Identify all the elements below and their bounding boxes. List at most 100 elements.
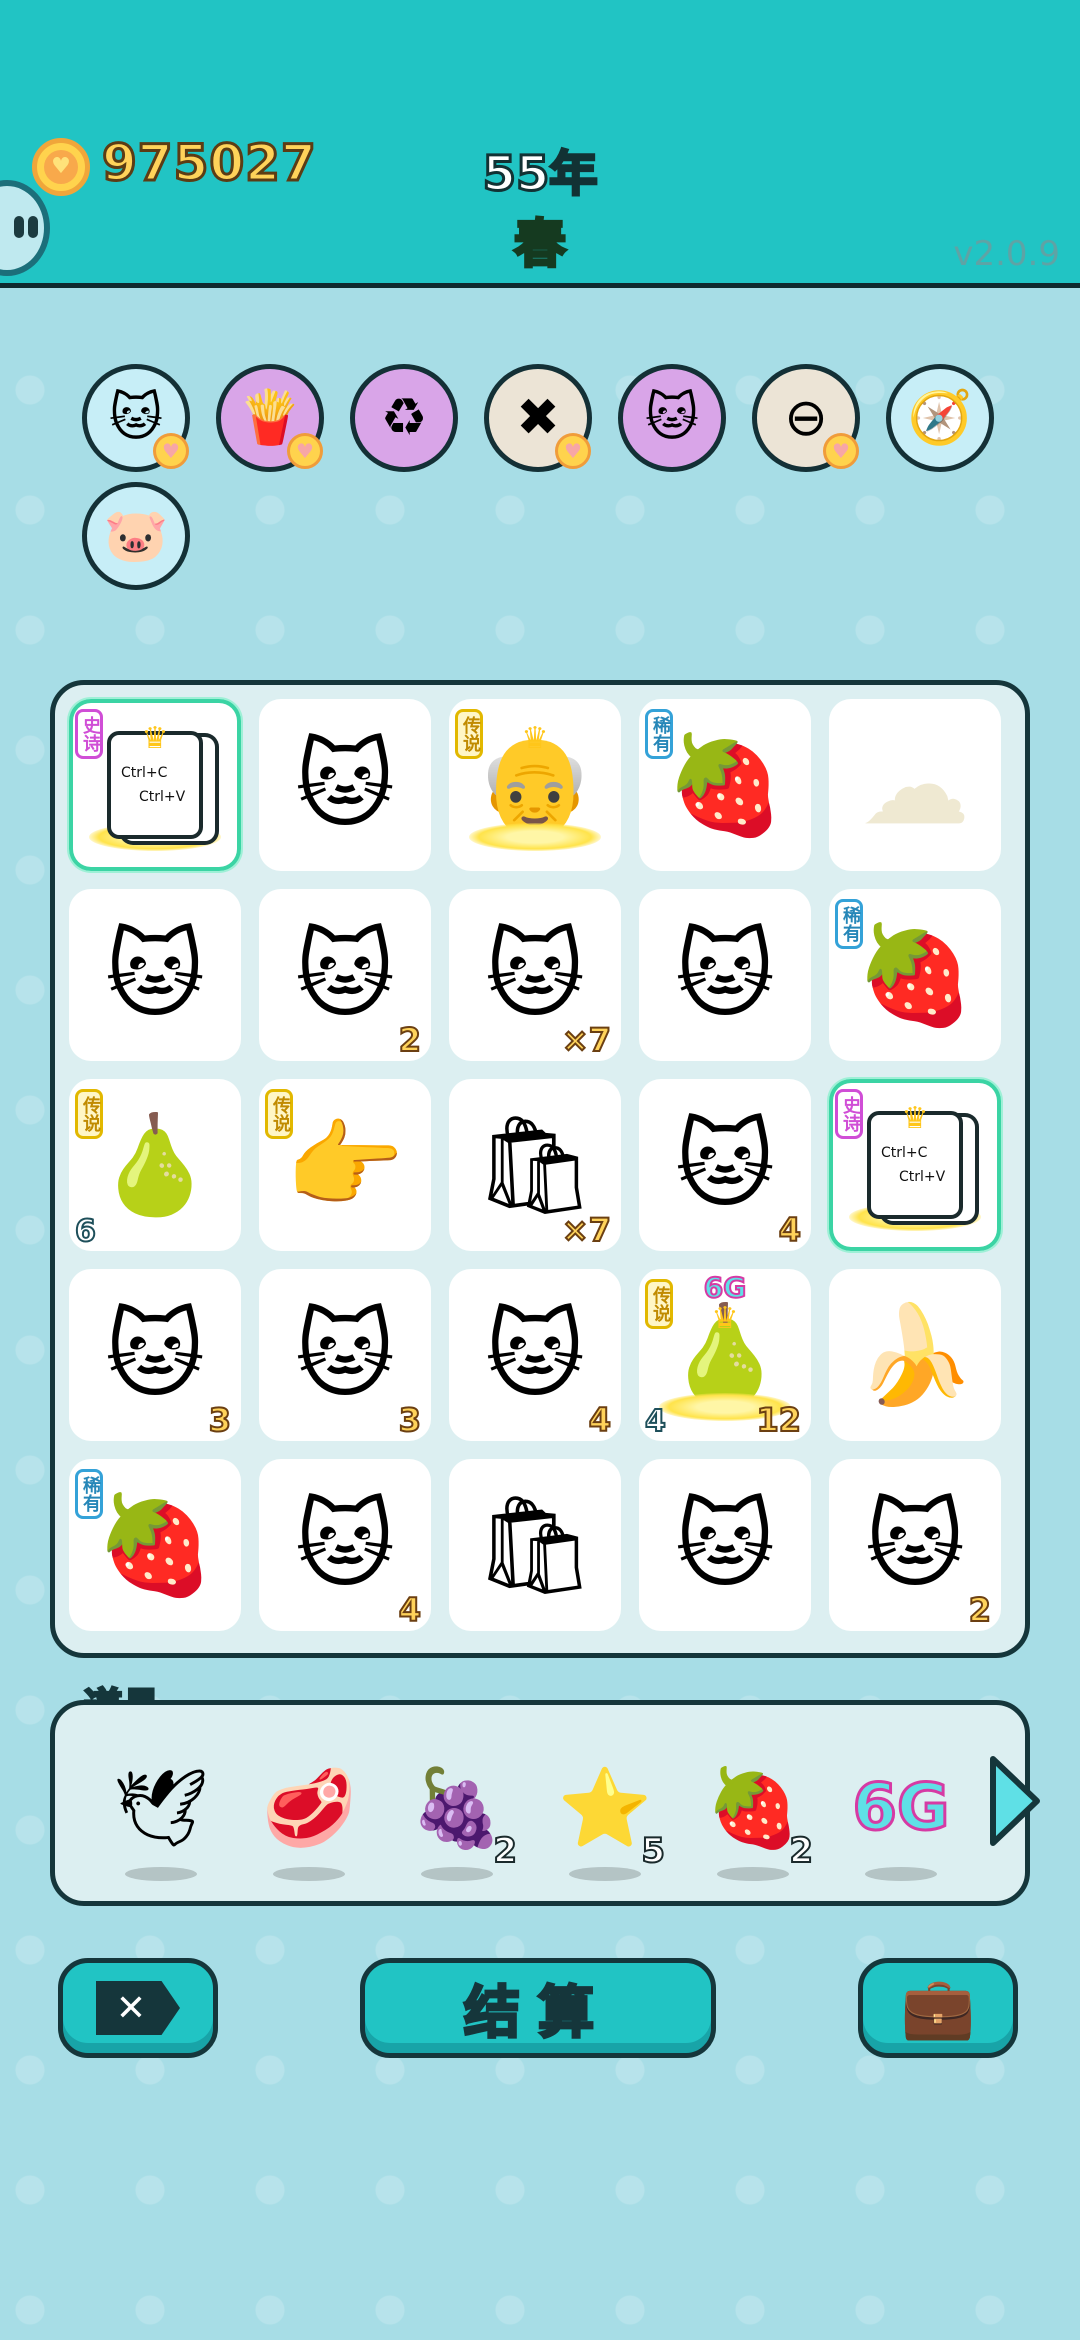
lychee-icon: 🍓: [855, 919, 975, 1031]
ctrl-v-text: Ctrl+V: [899, 1169, 946, 1185]
cell-level-number: 6: [74, 1213, 97, 1250]
board-cell-pear[interactable]: 🍐 ♛ 传说 6G 4 12: [639, 1269, 811, 1441]
ctrl-c-text: Ctrl+C: [121, 765, 168, 781]
heart-coin-icon: ♥: [555, 433, 591, 469]
cat-icon: 🐱: [484, 1299, 586, 1411]
crown-icon: ♛: [141, 721, 169, 756]
version-label: v2.0.9: [953, 234, 1060, 274]
cell-count-number: 4: [588, 1400, 612, 1440]
board-cell-lychee[interactable]: 🍓 稀有: [639, 699, 811, 871]
board-cell-cotton[interactable]: ☁: [829, 699, 1001, 871]
rarity-badge-epic: 史诗: [75, 709, 103, 759]
bird-prop[interactable]: 🕊: [101, 1743, 221, 1881]
board-cell-cat[interactable]: 🐱 4: [639, 1079, 811, 1251]
bag-button[interactable]: 💼: [858, 1958, 1018, 2058]
briefcase-icon: 💼: [900, 1973, 976, 2043]
recycle-icon: ♻: [380, 388, 428, 448]
game-board: Ctrl+C Ctrl+V ♛ 史诗 🐱 👴 ♛ 传说 🍓 稀有 ☁ 🐱 🐱 2 🐱 ×7 🐱 🍓 稀有 🍐 传说 6 👉 传…: [50, 680, 1030, 1658]
board-cell-cat[interactable]: 🐱 4: [259, 1459, 431, 1631]
cat-icon: 🐱: [674, 1489, 776, 1601]
season-label: 春: [512, 214, 567, 277]
board-cell-cat[interactable]: 🐱 2: [829, 1459, 1001, 1631]
board-cell-banana[interactable]: 🍌: [829, 1269, 1001, 1441]
settle-label: 结算: [463, 1979, 612, 2047]
prop-shadow: [569, 1867, 641, 1881]
heart-coin-icon: ♥: [153, 433, 189, 469]
star-icon: ⭐: [557, 1763, 653, 1852]
cat-face-powerup[interactable]: 🐱 ♥: [82, 364, 190, 472]
cell-count-number: 3: [398, 1400, 422, 1440]
board-cell-cat[interactable]: 🐱 4: [449, 1269, 621, 1441]
double-cat-powerup[interactable]: 🐱: [618, 364, 726, 472]
board-cell-cat[interactable]: 🐱: [639, 889, 811, 1061]
rarity-badge-legend: 传说: [265, 1089, 293, 1139]
board-cell-lychee[interactable]: 🍓 稀有: [829, 889, 1001, 1061]
crown-icon: ♛: [901, 1101, 929, 1136]
bayberry-prop[interactable]: 🍇 2: [397, 1743, 518, 1881]
board-cell-pointing-hand[interactable]: 👉 传说: [259, 1079, 431, 1251]
ctrl-v-text: Ctrl+V: [139, 789, 186, 805]
recycle-powerup[interactable]: ♻: [350, 364, 458, 472]
board-cell-ctrl-card[interactable]: Ctrl+C Ctrl+V ♛ 史诗: [69, 699, 241, 871]
cell-count-number: 2: [398, 1020, 422, 1060]
strawberry-icon: 🍓: [705, 1763, 801, 1852]
trash-bag-icon: 🛍: [474, 1489, 596, 1601]
cat-icon: 🐱: [294, 729, 396, 841]
pear-icon: 🍐: [95, 1109, 215, 1221]
board-cell-cat[interactable]: 🐱 ×7: [449, 889, 621, 1061]
next-arrow-icon[interactable]: [985, 1751, 1045, 1851]
cell-count-number: 3: [208, 1400, 232, 1440]
prop-shadow: [717, 1867, 789, 1881]
6g-prop[interactable]: 6G: [841, 1743, 961, 1881]
remove-tag-icon: ✖: [516, 388, 560, 448]
board-cell-cat[interactable]: 🐱: [259, 699, 431, 871]
cat-icon: 🐱: [484, 919, 586, 1031]
cats-icon: 🐱: [644, 388, 700, 448]
prop-count: 5: [640, 1830, 666, 1872]
rarity-badge-epic: 史诗: [835, 1089, 863, 1139]
board-cell-cat[interactable]: 🐱: [639, 1459, 811, 1631]
board-cell-old-man[interactable]: 👴 ♛ 传说: [449, 699, 621, 871]
board-cell-cat[interactable]: 🐱: [69, 889, 241, 1061]
star-prop[interactable]: ⭐ 5: [545, 1743, 666, 1881]
remove-button[interactable]: ✕: [58, 1958, 218, 2058]
lychee-icon: 🍓: [665, 729, 785, 841]
crown-icon: ♛: [711, 1301, 739, 1336]
cat-icon: 🐱: [294, 1489, 396, 1601]
board-cell-pear[interactable]: 🍐 传说 6: [69, 1079, 241, 1251]
cell-level-number: 4: [644, 1403, 667, 1440]
strawberry-prop[interactable]: 🍓 2: [693, 1743, 814, 1881]
board-cell-trash-bag[interactable]: 🛍: [449, 1459, 621, 1631]
pointing-hand-icon: 👉: [285, 1109, 405, 1221]
board-cell-trash-bag[interactable]: 🛍 ×7: [449, 1079, 621, 1251]
minus-circle-icon: ⊖: [784, 388, 828, 448]
cat-icon: 🐱: [104, 919, 206, 1031]
tier-label: 6G: [703, 1270, 747, 1305]
cat-icon: 🐱: [864, 1489, 966, 1601]
minus-powerup[interactable]: ⊖ ♥: [752, 364, 860, 472]
board-cell-cat[interactable]: 🐱 3: [69, 1269, 241, 1441]
board-cell-lychee[interactable]: 🍓 稀有: [69, 1459, 241, 1631]
board-cell-ctrl-card[interactable]: Ctrl+C Ctrl+V ♛ 史诗: [829, 1079, 1001, 1251]
settle-button[interactable]: 结算: [360, 1958, 716, 2058]
top-bar: ♥ 975027 55年 春 v2.0.9: [0, 0, 1080, 288]
cell-count-number: 4: [778, 1210, 802, 1250]
lychee-icon: 🍓: [95, 1489, 215, 1601]
remove-powerup[interactable]: ✖ ♥: [484, 364, 592, 472]
cell-count-number: 4: [398, 1590, 422, 1630]
rarity-badge-legend: 传说: [455, 709, 483, 759]
cat-icon: 🐱: [108, 388, 164, 448]
compass-powerup[interactable]: 🧭: [886, 364, 994, 472]
cell-count-number: ×7: [561, 1020, 612, 1060]
board-cell-cat[interactable]: 🐱 3: [259, 1269, 431, 1441]
cat-icon: 🐱: [674, 1109, 776, 1221]
piggy-bank-powerup[interactable]: 🐷: [82, 482, 190, 590]
heart-coin-icon: ♥: [823, 433, 859, 469]
props-tray: 🕊 🥩 🍇 2 ⭐ 5 🍓 2 6G: [50, 1700, 1040, 1906]
liver-prop[interactable]: 🥩: [249, 1743, 369, 1881]
board-cell-cat[interactable]: 🐱 2: [259, 889, 431, 1061]
cell-count-number: ×7: [561, 1210, 612, 1250]
rarity-badge-legend: 传说: [75, 1089, 103, 1139]
fries-powerup[interactable]: 🍟 ♥: [216, 364, 324, 472]
cell-count-number: 12: [755, 1400, 802, 1440]
